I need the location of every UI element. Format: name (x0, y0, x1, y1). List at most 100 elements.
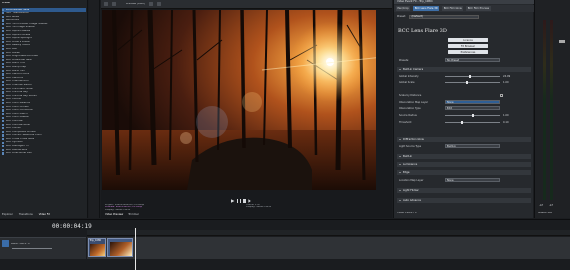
effect-folder-icon (2, 105, 5, 108)
effects-list-label: BCC Colorize Glow (5, 123, 30, 126)
presets-label: Presets: (399, 58, 409, 62)
pause-icon[interactable] (236, 199, 238, 203)
preview-video-frame[interactable] (102, 10, 376, 190)
tab-transitions[interactable]: Transitions (19, 213, 33, 216)
section-built-in[interactable]: Built-in (397, 154, 531, 159)
effect-folder-icon (2, 102, 5, 105)
section-label: Edge (403, 171, 410, 174)
fx-chain-bar: Pan/Crop BCC Lens Flare 3D BCC Film Glow… (394, 5, 534, 12)
param-value[interactable]: 1.00 (503, 81, 509, 84)
overlay-icon[interactable] (148, 2, 153, 6)
scale-by-distance-checkbox[interactable] (500, 93, 503, 97)
param-scale-by-distance: Scale by Distance (399, 93, 531, 98)
source-radius-slider[interactable] (445, 113, 500, 117)
effect-folder-icon (2, 116, 5, 119)
effects-list-label: BCC Beauty Studio (5, 44, 31, 47)
effect-folder-icon (2, 127, 5, 130)
section-light-flicker[interactable]: Light Flicker (397, 188, 531, 193)
param-label: Scale by Distance (399, 93, 422, 97)
meter-right-value: -Inf (548, 204, 553, 207)
param-value[interactable]: 0.10 (503, 121, 509, 124)
section-label: Built-in (403, 155, 413, 158)
effect-folder-icon (2, 80, 5, 83)
section-built-in-camera[interactable]: Built-in Camera (397, 67, 531, 72)
threshold-slider[interactable] (445, 120, 500, 124)
tab-video-preview[interactable]: Video Preview (105, 213, 123, 216)
master-fader-handle[interactable] (559, 40, 565, 43)
effects-list-label: BCC Burst Film (5, 69, 26, 72)
param-value[interactable]: 1.00 (503, 114, 509, 117)
obscuration-type-dropdown[interactable]: Edit (445, 106, 500, 111)
preview-settings-icon[interactable] (104, 2, 108, 6)
vfx-footer-tab[interactable]: Video Event FX (397, 212, 417, 215)
track-level-slider[interactable] (12, 248, 52, 249)
video-clip-selected[interactable] (107, 238, 133, 257)
slider-knob[interactable] (460, 120, 464, 124)
effects-list-item[interactable]: BCC Directional Blur (2, 152, 86, 156)
tab-explorer[interactable]: Explorer (2, 213, 13, 216)
effects-list-label: BCC Chroma Key (5, 91, 28, 94)
expand-triangle-icon (399, 200, 401, 201)
effect-folder-icon (2, 37, 5, 40)
play-icon[interactable] (231, 199, 235, 203)
effects-list-label: BCC Artist's Poster (5, 40, 30, 43)
effect-folder-icon (2, 69, 5, 72)
fx-chain-item[interactable]: BCC Film Glow (442, 6, 464, 11)
obscuration-map-dropdown[interactable]: None (445, 100, 500, 105)
location-map-dropdown[interactable]: None (445, 178, 500, 183)
global-intensity-slider[interactable] (445, 74, 500, 78)
next-frame-icon[interactable] (248, 199, 251, 203)
param-label: Threshold (399, 120, 412, 124)
snapshot-icon[interactable] (156, 2, 161, 6)
effect-folder-icon (2, 41, 5, 44)
section-auto-advance[interactable]: Auto Advance (397, 198, 531, 203)
preset-dropdown[interactable]: (Default) (408, 14, 479, 19)
section-label: Luminance (403, 163, 418, 166)
effect-folder-icon (2, 30, 5, 33)
light-source-dropdown[interactable]: Built-in (445, 144, 500, 149)
effect-folder-icon (2, 112, 5, 116)
fx-chain-item-active[interactable]: BCC Lens Flare 3D (413, 6, 440, 11)
param-global-intensity: Global Intensity 24.99 (399, 74, 531, 79)
param-value[interactable]: 24.99 (503, 75, 510, 78)
effects-list-label: BCC Burnt Film (5, 62, 26, 65)
effects-list-label: BCC Color Balance (5, 101, 31, 104)
fx-chain-item[interactable]: BCC Film Process (466, 6, 491, 11)
slider-knob[interactable] (471, 113, 474, 117)
split-screen-icon[interactable] (112, 2, 116, 6)
expand-triangle-icon (399, 69, 401, 70)
effect-folder-icon (2, 98, 5, 101)
section-diffraction-glow[interactable]: Diffraction Glow (397, 137, 531, 142)
fx-browser-button[interactable]: FX Browser (448, 44, 488, 48)
fx-chain-item[interactable]: Pan/Crop (396, 6, 411, 11)
effects-list-label: BCC Correct Selective Color (5, 134, 42, 137)
playhead-cursor[interactable] (135, 228, 136, 270)
preview-quality-dropdown[interactable]: Preview (Auto) (126, 3, 145, 6)
slider-knob[interactable] (466, 80, 469, 84)
licence-button[interactable]: Licence (448, 38, 488, 42)
section-luminance[interactable]: Luminance (397, 162, 531, 167)
clip-label: Trip_1080 (89, 239, 102, 242)
meter-fill (550, 20, 553, 200)
slider-knob[interactable] (468, 74, 472, 78)
effects-panel: Preset Pull-Inverted Slide 360° Stabiliza… (0, 0, 88, 218)
effects-list-label: BCC Brightness-Contrast (5, 55, 38, 58)
tab-video-fx[interactable]: Video FX (39, 213, 50, 216)
meter-bars (543, 20, 553, 200)
track-header: Level: 100.0 % (0, 237, 86, 259)
stop-icon[interactable] (242, 199, 247, 203)
section-label: Auto Advance (403, 199, 422, 202)
effects-list-label: BCC Damaged TV (5, 145, 29, 148)
preset-row: Preset: (Default) (397, 14, 531, 19)
effect-folder-icon (2, 33, 5, 37)
section-edge[interactable]: Edge (397, 170, 531, 175)
tab-trimmer[interactable]: Trimmer (128, 213, 139, 216)
video-clip[interactable]: Trip_1080 (88, 238, 106, 257)
pause-icon-right[interactable] (239, 199, 241, 203)
global-scale-slider[interactable] (445, 80, 500, 84)
timeline-ruler[interactable] (87, 230, 570, 236)
effects-list-label: BCC Color Palette (5, 116, 29, 119)
preferences-button[interactable]: Preferences (448, 50, 488, 54)
param-source-radius: Source Radius 1.00 (399, 113, 531, 118)
presets-dropdown[interactable]: No Preset (445, 58, 500, 63)
